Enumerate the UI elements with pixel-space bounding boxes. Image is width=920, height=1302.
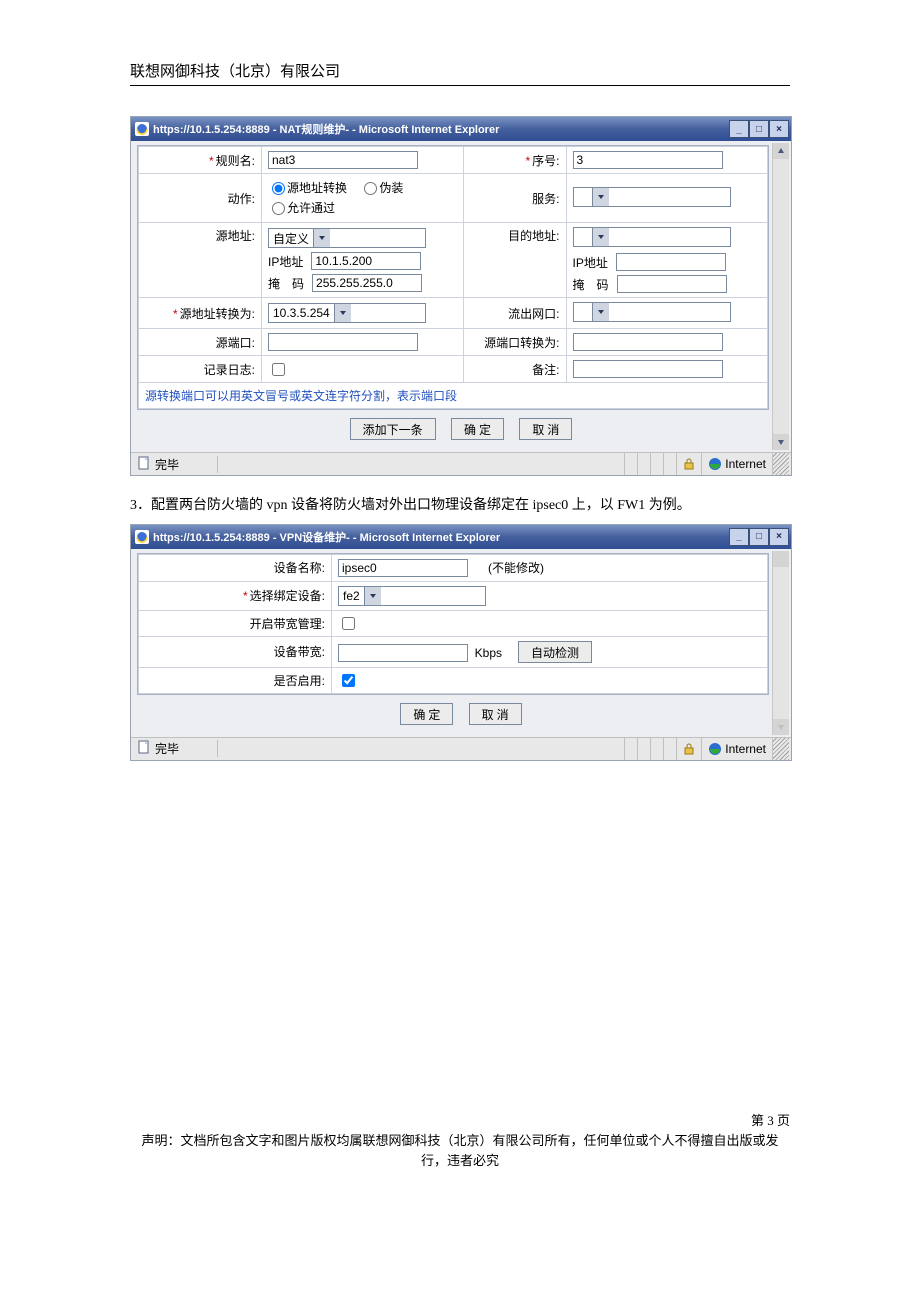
lbl-src-addr: 源地址: bbox=[216, 229, 255, 243]
lbl-bind-dev: 选择绑定设备: bbox=[250, 589, 325, 603]
scroll-down-icon[interactable] bbox=[773, 434, 789, 450]
lbl-bw: 设备带宽: bbox=[274, 645, 325, 659]
rule-name-input[interactable] bbox=[268, 151, 418, 169]
lock-zone bbox=[676, 738, 701, 760]
page-done-icon bbox=[137, 740, 151, 757]
ie-window-vpn: https://10.1.5.254:8889 - VPN设备维护- - Mic… bbox=[130, 524, 792, 761]
lbl-seq: 序号: bbox=[532, 154, 559, 168]
maximize-button[interactable]: □ bbox=[749, 120, 769, 138]
doc-company-header: 联想网御科技（北京）有限公司 bbox=[130, 60, 790, 86]
ie-window-nat: https://10.1.5.254:8889 - NAT规则维护- - Mic… bbox=[130, 116, 792, 476]
globe-icon bbox=[708, 457, 722, 471]
dst-ip-input[interactable] bbox=[616, 253, 726, 271]
src-mask-input[interactable] bbox=[312, 274, 422, 292]
status-bar-vpn: 完毕 Internet bbox=[131, 737, 791, 760]
status-zone: Internet bbox=[725, 457, 766, 471]
status-done: 完毕 bbox=[155, 456, 179, 473]
resize-grip[interactable] bbox=[772, 738, 789, 760]
lbl-remark: 备注: bbox=[532, 363, 559, 377]
ie-logo-icon bbox=[135, 122, 149, 136]
radio-pass[interactable]: 允许通过 bbox=[268, 201, 335, 215]
ok-button[interactable]: 确 定 bbox=[451, 418, 504, 440]
lock-zone bbox=[676, 453, 701, 475]
close-button[interactable]: × bbox=[769, 120, 789, 138]
maximize-button[interactable]: □ bbox=[749, 528, 769, 546]
minimize-button[interactable]: _ bbox=[729, 528, 749, 546]
bw-unit: Kbps bbox=[475, 646, 502, 660]
lbl-bw-mgmt: 开启带宽管理: bbox=[250, 617, 325, 631]
window-title: https://10.1.5.254:8889 - NAT规则维护- - Mic… bbox=[153, 121, 729, 137]
vertical-scrollbar[interactable] bbox=[772, 143, 789, 450]
lock-icon bbox=[683, 458, 695, 470]
lbl-log: 记录日志: bbox=[204, 363, 255, 377]
src-ip-input[interactable] bbox=[311, 252, 421, 270]
lock-icon bbox=[683, 743, 695, 755]
scroll-thumb[interactable] bbox=[773, 551, 789, 567]
bw-input[interactable] bbox=[338, 644, 468, 662]
lbl-rule-name: 规则名: bbox=[216, 154, 255, 168]
lbl-src-port: 源端口: bbox=[216, 336, 255, 350]
src-port-input[interactable] bbox=[268, 333, 418, 351]
status-done: 完毕 bbox=[155, 740, 179, 757]
status-bar-nat: 完毕 Internet bbox=[131, 452, 791, 475]
lbl-dev-name: 设备名称: bbox=[274, 561, 325, 575]
scroll-down-icon[interactable] bbox=[773, 719, 789, 735]
lbl-src-port-xlate: 源端口转换为: bbox=[484, 336, 559, 350]
bw-mgmt-checkbox[interactable] bbox=[342, 617, 355, 630]
src-addr-select[interactable]: 自定义 bbox=[268, 228, 426, 248]
chevron-down-icon bbox=[364, 587, 381, 605]
chevron-down-icon bbox=[592, 303, 609, 321]
dst-addr-select[interactable] bbox=[573, 227, 731, 247]
page-done-icon bbox=[137, 456, 151, 473]
chevron-down-icon bbox=[592, 228, 609, 246]
ok-button[interactable]: 确 定 bbox=[400, 703, 453, 725]
hint-text: 源转换端口可以用英文冒号或英文连字符分割，表示端口段 bbox=[139, 383, 768, 409]
section-3-text: 3．配置两台防火墙的 vpn 设备将防火墙对外出口物理设备绑定在 ipsec0 … bbox=[130, 494, 790, 518]
lbl-enable: 是否启用: bbox=[274, 674, 325, 688]
globe-icon bbox=[708, 742, 722, 756]
enable-checkbox[interactable] bbox=[342, 674, 355, 687]
dev-name-note: (不能修改) bbox=[488, 561, 544, 575]
copyright-disclaimer: 声明：文档所包含文字和图片版权均属联想网御科技（北京）有限公司所有，任何单位或个… bbox=[130, 1131, 790, 1170]
ie-logo-icon bbox=[135, 530, 149, 544]
service-select[interactable] bbox=[573, 187, 731, 207]
radio-snat[interactable]: 源地址转换 bbox=[268, 181, 347, 195]
lbl-out-if: 流出网口: bbox=[508, 307, 559, 321]
vertical-scrollbar[interactable] bbox=[772, 551, 789, 735]
auto-detect-button[interactable]: 自动检测 bbox=[518, 641, 592, 663]
bind-dev-select[interactable]: fe2 bbox=[338, 586, 486, 606]
lbl-service: 服务: bbox=[532, 192, 559, 206]
radio-masq[interactable]: 伪装 bbox=[360, 181, 403, 195]
titlebar-vpn: https://10.1.5.254:8889 - VPN设备维护- - Mic… bbox=[131, 525, 791, 549]
remark-input[interactable] bbox=[573, 360, 723, 378]
lbl-mask-left: 掩 码 bbox=[268, 275, 304, 292]
resize-grip[interactable] bbox=[772, 453, 789, 475]
seq-input[interactable] bbox=[573, 151, 723, 169]
lbl-mask-right: 掩 码 bbox=[573, 276, 609, 293]
src-port-xlate-input[interactable] bbox=[573, 333, 723, 351]
log-checkbox[interactable] bbox=[272, 363, 285, 376]
lbl-ip-left: IP地址 bbox=[268, 253, 303, 270]
cancel-button[interactable]: 取 消 bbox=[469, 703, 522, 725]
chevron-down-icon bbox=[334, 304, 351, 322]
chevron-down-icon bbox=[592, 188, 609, 206]
minimize-button[interactable]: _ bbox=[729, 120, 749, 138]
scroll-up-icon[interactable] bbox=[773, 143, 789, 159]
dev-name-input bbox=[338, 559, 468, 577]
snat-as-select[interactable]: 10.3.5.254 bbox=[268, 303, 426, 323]
add-next-button[interactable]: 添加下一条 bbox=[350, 418, 436, 440]
page-number: 第 3 页 bbox=[130, 1110, 790, 1129]
out-if-select[interactable] bbox=[573, 302, 731, 322]
window-title: https://10.1.5.254:8889 - VPN设备维护- - Mic… bbox=[153, 529, 729, 545]
chevron-down-icon bbox=[313, 229, 330, 247]
dst-mask-input[interactable] bbox=[617, 275, 727, 293]
titlebar-nat: https://10.1.5.254:8889 - NAT规则维护- - Mic… bbox=[131, 117, 791, 141]
lbl-action: 动作: bbox=[228, 192, 255, 206]
lbl-dst-addr: 目的地址: bbox=[508, 229, 559, 243]
lbl-snat-as: 源地址转换为: bbox=[180, 307, 255, 321]
lbl-ip-right: IP地址 bbox=[573, 254, 608, 271]
status-zone: Internet bbox=[725, 742, 766, 756]
close-button[interactable]: × bbox=[769, 528, 789, 546]
cancel-button[interactable]: 取 消 bbox=[519, 418, 572, 440]
